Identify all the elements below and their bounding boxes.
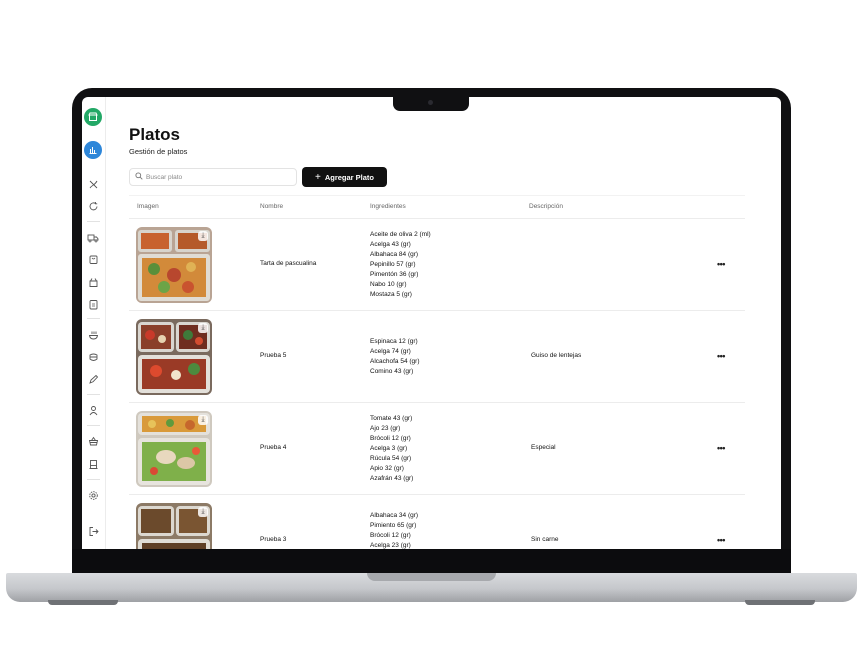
search-box[interactable] xyxy=(129,168,297,186)
dish-image: ⤓ xyxy=(136,503,212,549)
more-options-icon[interactable]: ••• xyxy=(717,535,725,545)
dish-image: ⤓ xyxy=(136,319,212,395)
more-options-icon[interactable]: ••• xyxy=(717,259,725,269)
page-subtitle: Gestión de platos xyxy=(129,147,188,156)
bowl-icon[interactable] xyxy=(84,326,102,344)
ingredient-item: Pepinillo 57 (gr) xyxy=(370,261,416,268)
sidebar xyxy=(82,97,106,549)
ingredients-list: Albahaca 34 (gr) Pimiento 65 (gr) Brócol… xyxy=(370,511,418,549)
ingredient-item: Aceite de oliva 2 (ml) xyxy=(370,231,431,238)
route-icon[interactable] xyxy=(84,175,102,193)
ingredient-item: Nabo 10 (gr) xyxy=(370,281,407,288)
box-icon[interactable] xyxy=(84,273,102,291)
truck-icon[interactable] xyxy=(84,228,102,246)
ingredient-item: Brócoli 12 (gr) xyxy=(370,435,411,442)
download-icon[interactable]: ⤓ xyxy=(198,415,208,425)
ingredient-item: Ajo 23 (gr) xyxy=(370,425,401,432)
search-input[interactable] xyxy=(146,173,286,181)
laptop-foot-left xyxy=(48,600,118,605)
ingredient-item: Mostaza 5 (gr) xyxy=(370,291,412,298)
clipboard-icon[interactable] xyxy=(84,295,102,313)
laptop-base-lip xyxy=(367,573,496,581)
refresh-icon[interactable] xyxy=(84,197,102,215)
sidebar-divider xyxy=(87,479,100,480)
logout-icon[interactable] xyxy=(84,522,102,540)
ingredient-item: Comino 43 (gr) xyxy=(370,368,414,375)
ingredient-item: Pimentón 36 (gr) xyxy=(370,271,419,278)
ingredient-item: Apio 32 (gr) xyxy=(370,465,404,472)
bag-icon[interactable] xyxy=(84,250,102,268)
table-row[interactable]: ⤓ Prueba 5 Espinaca 12 (gr) Acelga 74 (g… xyxy=(129,311,745,403)
main-content: Platos Gestión de platos + Agregar Plato… xyxy=(106,97,781,549)
dish-name: Prueba 4 xyxy=(260,444,287,451)
ingredient-item: Acelga 23 (gr) xyxy=(370,542,411,549)
ingredients-list: Aceite de oliva 2 (ml) Acelga 43 (gr) Al… xyxy=(370,230,431,300)
column-header-name: Nombre xyxy=(260,203,284,210)
ingredient-item: Albahaca 34 (gr) xyxy=(370,512,419,519)
sidebar-divider xyxy=(87,425,100,426)
ingredient-item: Acelga 43 (gr) xyxy=(370,241,411,248)
download-icon[interactable]: ⤓ xyxy=(198,231,208,241)
dishes-table: Imagen Nombre Ingredientes Descripción ⤓… xyxy=(129,195,745,549)
camera xyxy=(428,100,433,105)
ingredient-item: Albahaca 84 (gr) xyxy=(370,251,419,258)
settings-icon[interactable] xyxy=(84,486,102,504)
pen-icon[interactable] xyxy=(84,370,102,388)
ingredient-item: Brócoli 12 (gr) xyxy=(370,532,411,539)
user-icon[interactable] xyxy=(84,401,102,419)
more-options-icon[interactable]: ••• xyxy=(717,443,725,453)
table-row[interactable]: ⤓ Prueba 4 Tomate 43 (gr) Ajo 23 (gr) Br… xyxy=(129,403,745,495)
add-dish-button[interactable]: + Agregar Plato xyxy=(302,167,387,187)
dish-name: Prueba 3 xyxy=(260,536,287,543)
dish-image: ⤓ xyxy=(136,411,212,487)
table-row[interactable]: ⤓ Prueba 3 Albahaca 34 (gr) Pimiento 65 … xyxy=(129,495,745,549)
more-options-icon[interactable]: ••• xyxy=(717,351,725,361)
sidebar-divider xyxy=(87,394,100,395)
app-screen: Platos Gestión de platos + Agregar Plato… xyxy=(82,97,781,549)
chart-icon[interactable] xyxy=(84,141,102,159)
ingredient-item: Pimiento 65 (gr) xyxy=(370,522,417,529)
ingredients-list: Espinaca 12 (gr) Acelga 74 (gr) Alcachof… xyxy=(370,337,420,377)
ingredient-item: Alcachofa 54 (gr) xyxy=(370,358,420,365)
dish-name: Prueba 5 xyxy=(260,352,287,359)
dish-icon[interactable] xyxy=(84,348,102,366)
register-icon[interactable] xyxy=(84,455,102,473)
store-icon[interactable] xyxy=(84,108,102,126)
dish-description: Sin carne xyxy=(531,536,559,543)
dish-description: Especial xyxy=(531,444,556,451)
camera-notch xyxy=(393,96,469,111)
page-title: Platos xyxy=(129,125,181,144)
search-icon xyxy=(135,172,143,182)
ingredient-item: Espinaca 12 (gr) xyxy=(370,338,418,345)
ingredient-item: Rúcula 54 (gr) xyxy=(370,455,412,462)
ingredients-list: Tomate 43 (gr) Ajo 23 (gr) Brócoli 12 (g… xyxy=(370,414,413,484)
column-header-description: Descripción xyxy=(529,203,563,210)
download-icon[interactable]: ⤓ xyxy=(198,323,208,333)
basket-icon[interactable] xyxy=(84,432,102,450)
ingredient-item: Acelga 74 (gr) xyxy=(370,348,411,355)
sidebar-divider xyxy=(87,318,100,319)
download-icon[interactable]: ⤓ xyxy=(198,507,208,517)
laptop-foot-right xyxy=(745,600,815,605)
ingredient-item: Tomate 43 (gr) xyxy=(370,415,413,422)
ingredient-item: Acelga 3 (gr) xyxy=(370,445,408,452)
table-header: Imagen Nombre Ingredientes Descripción xyxy=(129,195,745,219)
ingredient-item: Azafrán 43 (gr) xyxy=(370,475,414,482)
dish-name: Tarta de pascualina xyxy=(260,260,317,267)
table-row[interactable]: ⤓ Tarta de pascualina Aceite de oliva 2 … xyxy=(129,219,745,311)
dish-image: ⤓ xyxy=(136,227,212,303)
column-header-ingredients: Ingredientes xyxy=(370,203,406,210)
dish-description: Guiso de lentejas xyxy=(531,352,582,359)
screen-bottom-bezel xyxy=(72,549,791,573)
plus-icon: + xyxy=(314,171,321,183)
column-header-image: Imagen xyxy=(137,203,159,210)
add-dish-button-label: Agregar Plato xyxy=(324,172,375,182)
sidebar-divider xyxy=(87,221,100,222)
